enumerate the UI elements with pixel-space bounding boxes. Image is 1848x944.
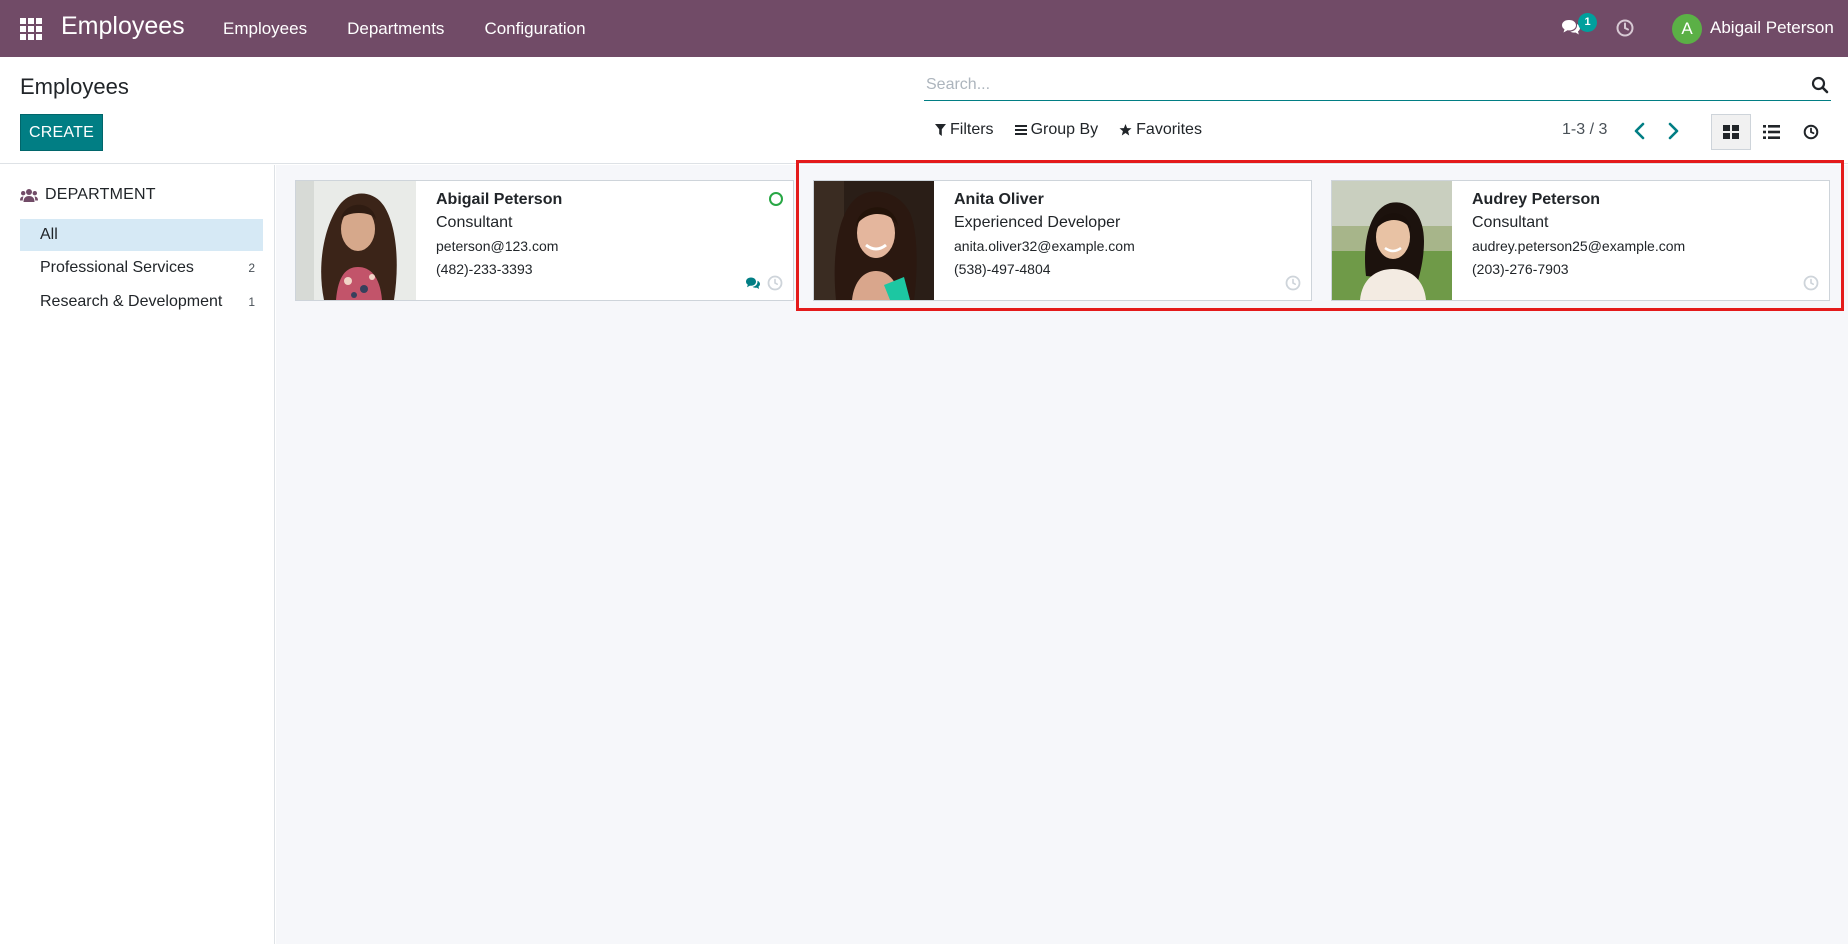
chat-icon[interactable] (745, 276, 761, 291)
employee-card[interactable]: Abigail Peterson Consultant peterson@123… (295, 180, 794, 301)
sidebar-header-label: DEPARTMENT (45, 186, 156, 203)
favorites-label: Favorites (1136, 121, 1202, 138)
main-menu: Employees Departments Configuration (223, 0, 626, 57)
chat-badge: 1 (1578, 13, 1597, 32)
filter-icon (935, 124, 946, 136)
activity-clock-icon[interactable] (1285, 275, 1301, 291)
filters-button[interactable]: Filters (935, 121, 994, 139)
online-status-icon (769, 192, 783, 206)
filters-label: Filters (950, 121, 994, 138)
search-input[interactable] (926, 71, 1786, 99)
star-icon (1119, 124, 1132, 136)
sidebar-item-label: All (40, 226, 58, 243)
clock-icon (1803, 124, 1819, 140)
sidebar-item-professional-services[interactable]: Professional Services 2 (20, 252, 263, 284)
pager-value[interactable]: 1-3 / 3 (1562, 121, 1607, 139)
employee-card[interactable]: Audrey Peterson Consultant audrey.peters… (1331, 180, 1830, 301)
user-menu[interactable]: Abigail Peterson (1710, 18, 1834, 38)
create-button[interactable]: CREATE (20, 114, 103, 151)
list-icon (1762, 125, 1780, 139)
chevron-left-icon[interactable] (1630, 121, 1650, 141)
employee-card[interactable]: Anita Oliver Experienced Developer anita… (813, 180, 1312, 301)
sidebar-item-all[interactable]: All (20, 219, 263, 251)
employee-name: Audrey Peterson (1472, 191, 1601, 208)
activity-view-button[interactable] (1791, 114, 1831, 150)
employee-email: peterson@123.com (436, 238, 559, 254)
group-by-icon (1014, 125, 1027, 135)
control-panel: Employees CREATE Filters Group By Favori… (0, 57, 1848, 164)
group-by-label: Group By (1030, 121, 1099, 138)
employee-phone: (538)-497-4804 (954, 261, 1051, 277)
app-brand[interactable]: Employees (61, 12, 185, 41)
activity-clock-icon[interactable] (1803, 275, 1819, 291)
employee-photo (814, 181, 934, 300)
chevron-right-icon[interactable] (1663, 121, 1683, 141)
users-icon (20, 188, 38, 202)
menu-item-employees[interactable]: Employees (223, 19, 307, 39)
department-sidebar: DEPARTMENT All Professional Services 2 R… (0, 165, 275, 944)
employee-phone: (482)-233-3393 (436, 261, 533, 277)
view-switcher (1711, 114, 1831, 150)
employee-email: audrey.peterson25@example.com (1472, 238, 1686, 254)
apps-menu-icon[interactable] (20, 18, 42, 40)
sidebar-item-count: 2 (248, 261, 255, 275)
sidebar-item-label: Research & Development (40, 293, 223, 310)
employee-job-title: Consultant (436, 214, 513, 231)
group-by-button[interactable]: Group By (1014, 121, 1099, 139)
employee-job-title: Consultant (1472, 214, 1549, 231)
page-title: Employees (20, 74, 129, 99)
user-avatar[interactable]: A (1672, 14, 1702, 44)
employee-name: Anita Oliver (954, 191, 1044, 208)
employee-phone: (203)-276-7903 (1472, 261, 1569, 277)
top-navbar: Employees Employees Departments Configur… (0, 0, 1848, 57)
favorites-button[interactable]: Favorites (1119, 121, 1202, 139)
kanban-view: Abigail Peterson Consultant peterson@123… (276, 165, 1848, 944)
menu-item-configuration[interactable]: Configuration (484, 19, 585, 39)
kanban-grid-icon (1723, 125, 1739, 139)
employee-email: anita.oliver32@example.com (954, 238, 1135, 254)
employee-photo (1332, 181, 1452, 300)
sidebar-item-research-development[interactable]: Research & Development 1 (20, 286, 263, 318)
sidebar-item-label: Professional Services (40, 259, 194, 276)
kanban-view-button[interactable] (1711, 114, 1751, 150)
employee-name: Abigail Peterson (436, 191, 563, 208)
search-options: Filters Group By Favorites (935, 121, 1223, 139)
employee-photo (296, 181, 416, 300)
sidebar-header: DEPARTMENT (20, 186, 156, 204)
menu-item-departments[interactable]: Departments (347, 19, 444, 39)
activity-clock-icon[interactable] (767, 275, 783, 291)
sidebar-item-count: 1 (248, 295, 255, 309)
employee-job-title: Experienced Developer (954, 214, 1121, 231)
search-bar (924, 71, 1831, 101)
search-icon[interactable] (1811, 76, 1829, 94)
list-view-button[interactable] (1751, 114, 1791, 150)
activity-clock-icon[interactable] (1615, 18, 1635, 38)
